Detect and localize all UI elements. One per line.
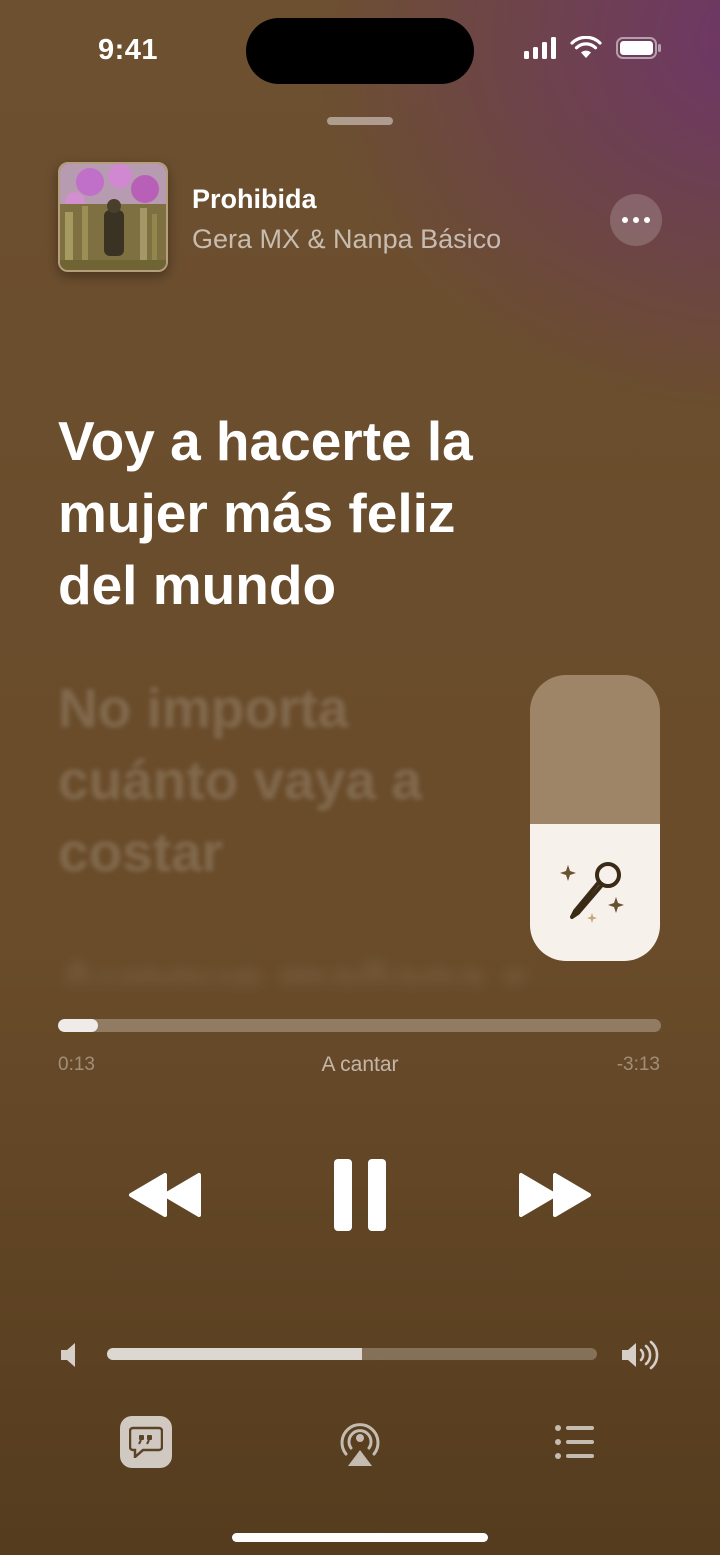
speaker-low-icon	[61, 1343, 75, 1367]
lyric-line[interactable]: No importa	[58, 672, 518, 744]
album-artwork[interactable]	[58, 162, 168, 272]
battery-icon	[616, 37, 661, 59]
pause-icon	[334, 1159, 386, 1231]
lyric-line[interactable]: del mundo	[58, 549, 558, 621]
playback-scrubber[interactable]	[58, 1019, 661, 1032]
airplay-icon[interactable]	[334, 1414, 386, 1470]
lyrics-icon	[129, 1426, 163, 1458]
backward-icon	[129, 1173, 201, 1217]
volume-slider[interactable]	[107, 1348, 597, 1360]
speaker-high-icon	[622, 1340, 659, 1370]
forward-button[interactable]	[512, 1155, 598, 1235]
lyric-line[interactable]: costar	[58, 816, 518, 888]
lyrics-button[interactable]	[120, 1416, 172, 1468]
lyrics-current[interactable]: Voy a hacerte la mujer más feliz del mun…	[58, 405, 558, 621]
dynamic-island	[246, 18, 474, 84]
status-icons	[524, 36, 662, 60]
rewind-button[interactable]	[122, 1155, 208, 1235]
ellipsis-dot	[633, 217, 639, 223]
lyrics-upcoming[interactable]: No importa cuánto vaya a costar	[58, 672, 518, 888]
playback-progress-fill	[58, 1019, 98, 1032]
home-indicator[interactable]	[232, 1533, 488, 1542]
cellular-signal-icon	[524, 37, 556, 59]
wifi-icon	[570, 36, 602, 58]
pause-button[interactable]	[320, 1155, 400, 1235]
status-time: 9:41	[98, 34, 159, 66]
lyric-line[interactable]: Voy a hacerte la	[58, 405, 558, 477]
sing-mode-label: A cantar	[321, 1053, 399, 1076]
lyric-line[interactable]: mujer más feliz	[58, 477, 558, 549]
lyric-line-faded[interactable]: Aunque mañana se	[58, 948, 528, 984]
forward-icon	[519, 1173, 591, 1217]
sparkle-microphone-icon	[560, 862, 624, 923]
volume-fill	[107, 1348, 362, 1360]
queue-list-icon[interactable]	[552, 1420, 596, 1464]
song-title[interactable]: Prohibida	[192, 184, 317, 215]
lyric-line[interactable]: cuánto vaya a	[58, 744, 518, 816]
remaining-time: -3:13	[616, 1054, 660, 1075]
song-artist[interactable]: Gera MX & Nanpa Básico	[192, 224, 501, 255]
more-options-button[interactable]	[610, 194, 662, 246]
ellipsis-dot	[644, 217, 650, 223]
ellipsis-icon	[622, 217, 628, 223]
vocal-level-slider[interactable]	[530, 675, 660, 961]
sheet-grabber[interactable]	[327, 117, 393, 125]
